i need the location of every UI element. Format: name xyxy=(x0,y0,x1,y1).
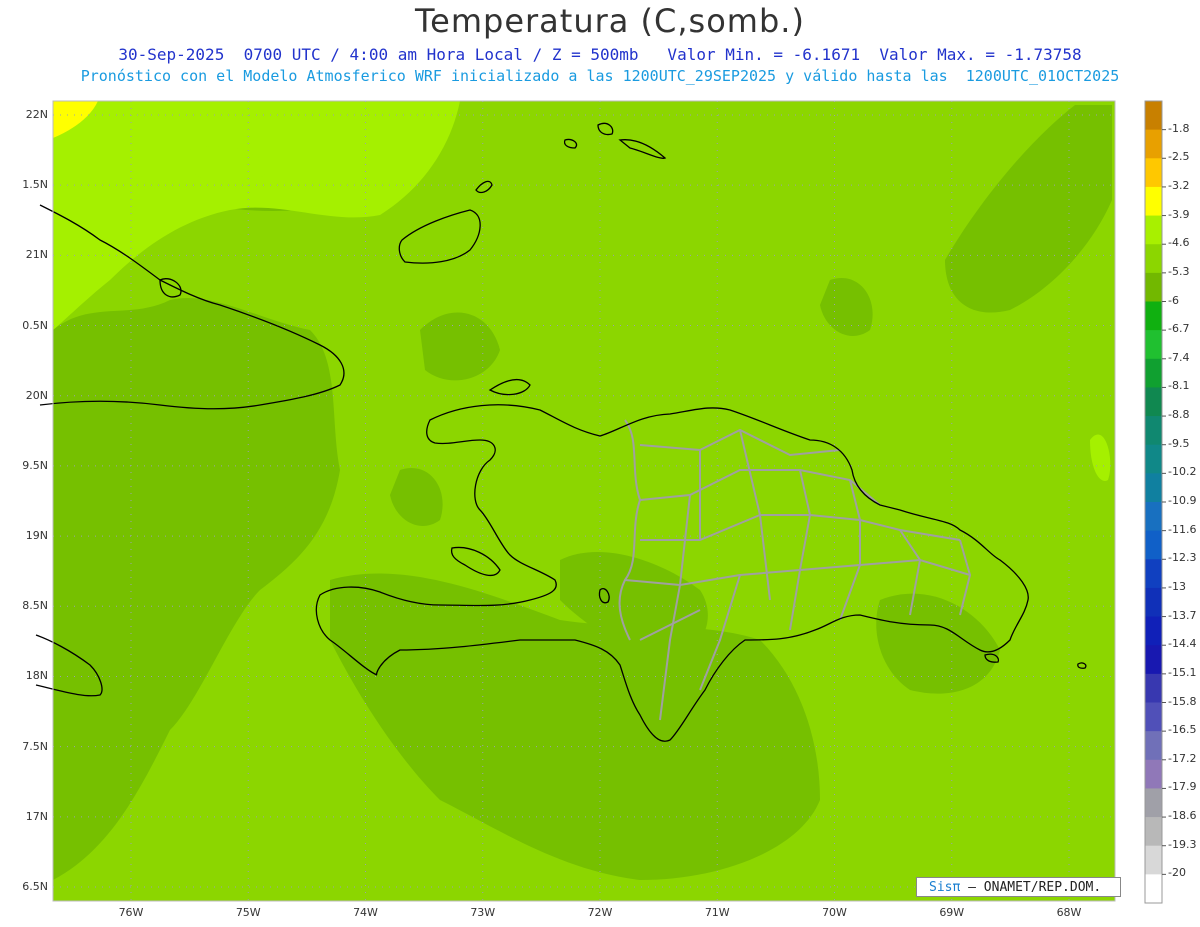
colorbar xyxy=(1144,100,1166,904)
colorbar-label: -19.3 xyxy=(1168,837,1197,851)
colorbar-swatch xyxy=(1145,673,1162,703)
colorbar-swatch xyxy=(1145,502,1162,532)
colorbar-swatch xyxy=(1145,788,1162,818)
colorbar-swatch xyxy=(1145,731,1162,761)
colorbar-swatch xyxy=(1145,473,1162,503)
lon-label: 68W xyxy=(1056,906,1082,919)
colorbar-label: -15.8 xyxy=(1168,694,1197,708)
colorbar-label: -17.9 xyxy=(1168,780,1197,794)
colorbar-swatch xyxy=(1145,587,1162,618)
colorbar-label: -5.3 xyxy=(1168,264,1190,278)
lat-label: 18N xyxy=(25,669,48,683)
lat-label: 22N xyxy=(25,108,48,121)
lon-label: 75W xyxy=(235,906,261,919)
colorbar-label: -6 xyxy=(1168,293,1179,307)
colorbar-label: -8.1 xyxy=(1168,379,1190,393)
lat-label: 21N xyxy=(25,248,48,262)
colorbar-label: -20 xyxy=(1168,866,1186,880)
colorbar-swatch xyxy=(1145,129,1162,159)
colorbar-swatch xyxy=(1145,874,1162,904)
lat-label: 8.5N xyxy=(22,599,48,613)
colorbar-swatch xyxy=(1145,616,1162,646)
colorbar-label: -13.7 xyxy=(1168,608,1197,622)
field-layer xyxy=(53,101,1115,901)
colorbar-label: -6.7 xyxy=(1168,322,1190,336)
colorbar-label: -15.1 xyxy=(1168,665,1197,679)
colorbar-label: -1.8 xyxy=(1168,121,1190,135)
colorbar-label: -2.5 xyxy=(1168,150,1190,164)
colorbar-label: -16.5 xyxy=(1168,723,1197,737)
temperature-map xyxy=(35,100,1166,904)
colorbar-swatch xyxy=(1145,845,1162,875)
colorbar-swatch xyxy=(1145,272,1162,302)
credit-box: Sisπ – ONAMET/REP.DOM. xyxy=(916,877,1121,897)
lat-label: 6.5N xyxy=(22,880,48,893)
colorbar-swatch xyxy=(1145,530,1162,560)
colorbar-swatch xyxy=(1145,416,1162,446)
colorbar-label: -11.6 xyxy=(1168,522,1197,536)
colorbar-swatch xyxy=(1145,301,1162,331)
colorbar-swatch xyxy=(1145,244,1162,274)
lon-label: 73W xyxy=(470,906,496,919)
lat-label: 1.5N xyxy=(22,178,48,192)
colorbar-swatch xyxy=(1145,645,1162,675)
colorbar-swatch xyxy=(1145,559,1162,589)
colorbar-label: -9.5 xyxy=(1168,436,1190,450)
lat-label: 9.5N xyxy=(22,458,48,472)
colorbar-swatch xyxy=(1145,101,1162,131)
colorbar-swatch xyxy=(1145,702,1162,732)
colorbar-swatch xyxy=(1145,387,1162,417)
lon-label: 71W xyxy=(704,906,730,919)
lat-label: 0.5N xyxy=(22,318,48,332)
colorbar-label: -3.2 xyxy=(1168,178,1190,192)
colorbar-label: -12.3 xyxy=(1168,551,1197,565)
colorbar-label: -3.9 xyxy=(1168,207,1190,221)
lon-label: 69W xyxy=(939,906,965,919)
credit-org: – ONAMET/REP.DOM. xyxy=(960,880,1102,895)
colorbar-label: -8.8 xyxy=(1168,408,1190,422)
colorbar-label: -18.6 xyxy=(1168,809,1197,823)
colorbar-swatch xyxy=(1145,186,1162,217)
colorbar-swatch xyxy=(1145,358,1162,388)
lon-label: 72W xyxy=(587,906,613,919)
colorbar-swatch xyxy=(1145,215,1162,245)
lat-label: 7.5N xyxy=(22,739,48,753)
colorbar-label: -10.9 xyxy=(1168,494,1197,507)
lon-label: 74W xyxy=(353,906,378,919)
colorbar-swatch xyxy=(1145,158,1162,188)
colorbar-swatch xyxy=(1145,330,1162,360)
colorbar-label: -13 xyxy=(1168,579,1186,593)
colorbar-label: -17.2 xyxy=(1168,751,1197,765)
sis-logo-text: Sisπ xyxy=(929,880,961,895)
colorbar-label: -7.4 xyxy=(1168,350,1190,364)
lon-label: 70W xyxy=(822,906,847,919)
lat-label: 20N xyxy=(25,388,48,402)
colorbar-swatch xyxy=(1145,444,1162,474)
colorbar-swatch xyxy=(1145,817,1162,847)
lon-label: 76W xyxy=(118,906,144,919)
colorbar-label: -14.4 xyxy=(1168,637,1197,651)
colorbar-swatch xyxy=(1145,759,1162,789)
lat-label: 17N xyxy=(25,809,48,823)
colorbar-label: -10.2 xyxy=(1168,465,1197,479)
colorbar-label: -4.6 xyxy=(1168,236,1190,250)
lat-label: 19N xyxy=(25,529,48,543)
